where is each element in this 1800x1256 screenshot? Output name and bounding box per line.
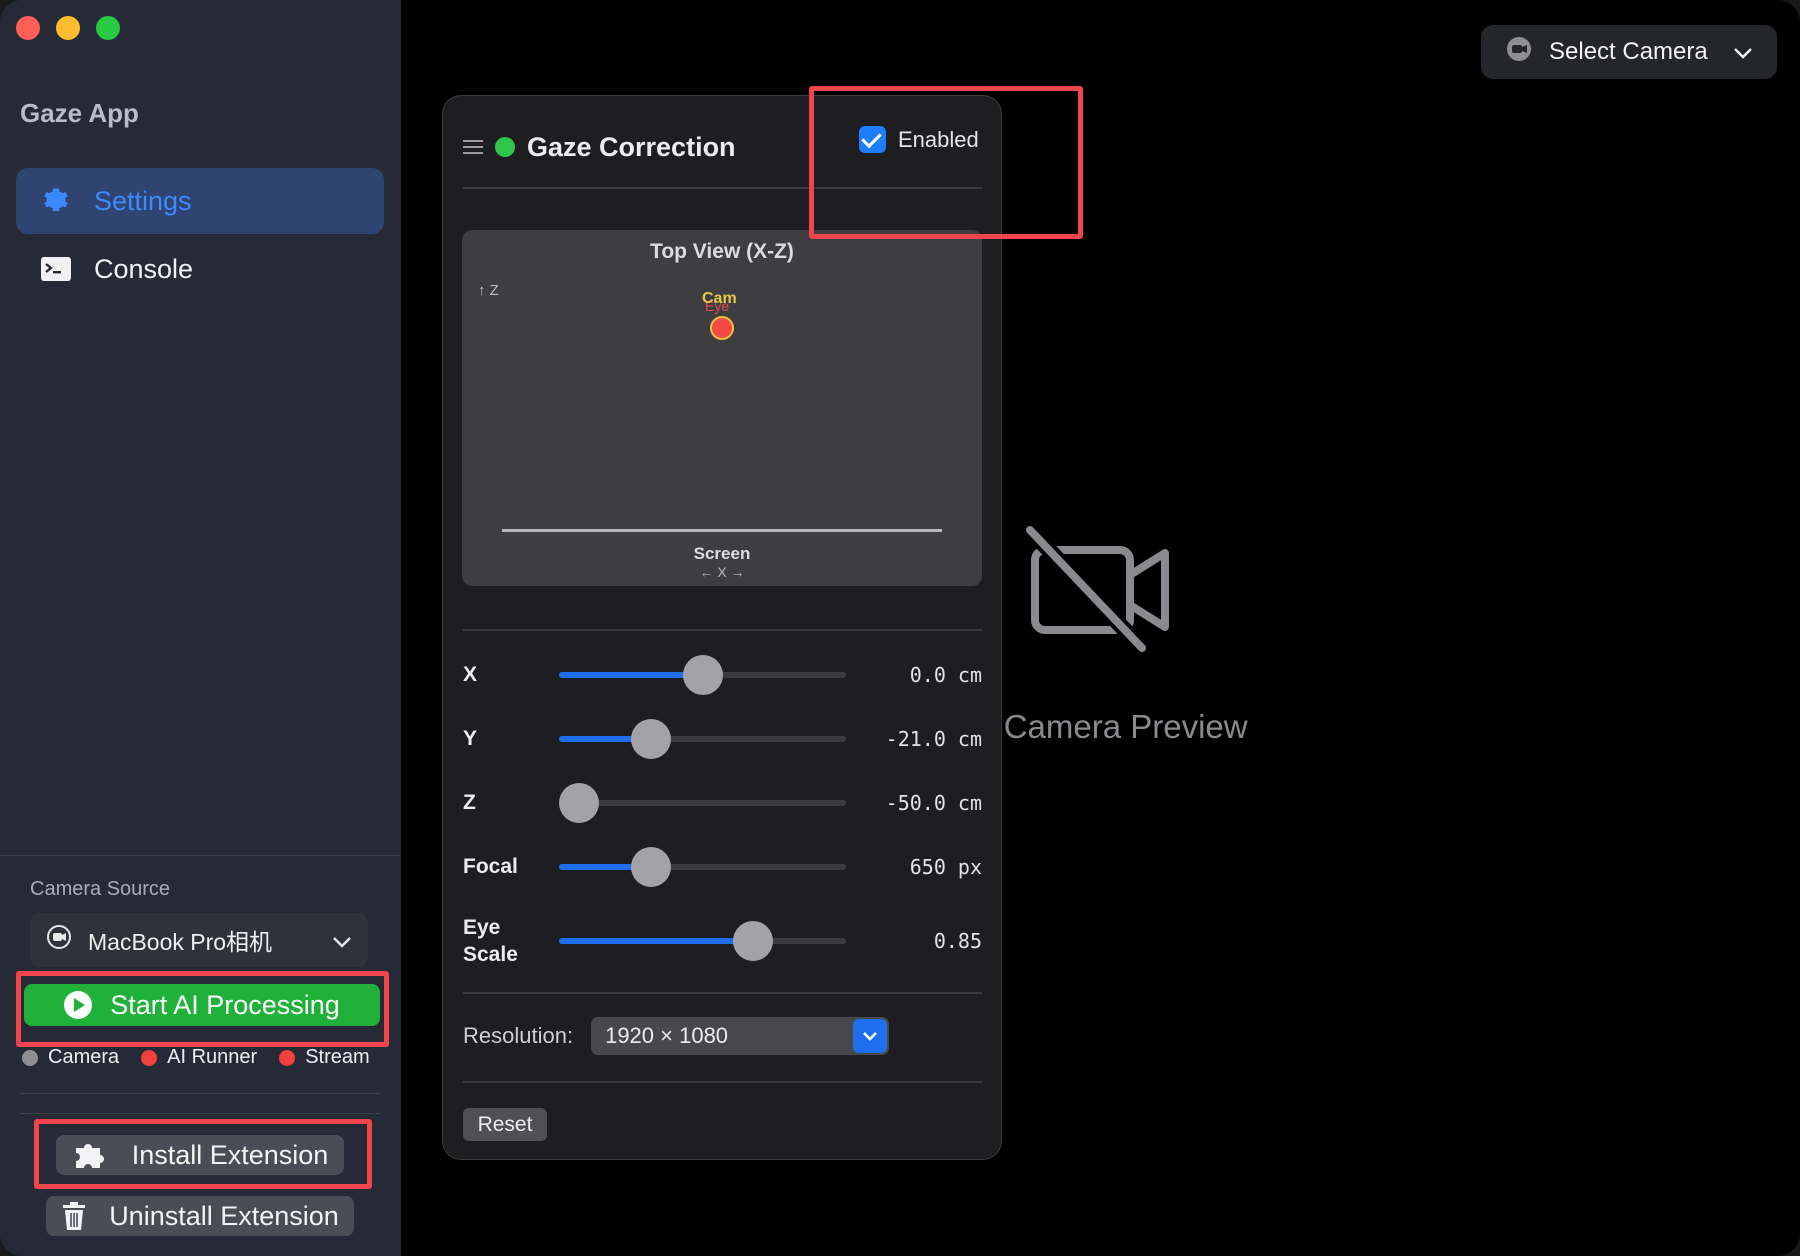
slider-value: 0.85 xyxy=(933,929,982,953)
slider-track[interactable] xyxy=(559,921,846,961)
z-axis-label: ↑ Z xyxy=(478,282,499,299)
slider-y: Y -21.0 cm xyxy=(463,709,982,769)
chevron-down-icon xyxy=(1733,38,1753,66)
cam-label: Cam xyxy=(702,290,737,307)
play-icon xyxy=(64,991,93,1019)
slider-fill xyxy=(559,938,753,944)
puzzle-icon xyxy=(72,1140,110,1170)
terminal-icon xyxy=(40,253,72,285)
start-ai-processing-button[interactable]: Start AI Processing xyxy=(24,984,380,1026)
status-dot xyxy=(22,1049,38,1066)
divider xyxy=(463,992,982,994)
close-window-button[interactable] xyxy=(16,16,40,40)
slider-label: Y xyxy=(463,727,478,751)
slider-eye-scale: Eye Scale 0.85 xyxy=(463,908,982,974)
install-extension-label: Install Extension xyxy=(131,1139,329,1170)
slider-value: 0.0 cm xyxy=(909,663,982,687)
camera-icon xyxy=(46,924,72,956)
slider-label: X xyxy=(463,663,478,687)
sidebar-divider xyxy=(20,1093,380,1094)
app-window: Gaze App Settings Console Camera Source … xyxy=(0,0,1800,1256)
uninstall-extension-label: Uninstall Extension xyxy=(109,1200,339,1231)
status-dot xyxy=(141,1049,158,1066)
zoom-window-button[interactable] xyxy=(96,16,120,40)
install-extension-button[interactable]: Install Extension xyxy=(56,1135,344,1175)
app-title: Gaze App xyxy=(20,98,139,128)
sidebar-item-label: Console xyxy=(94,253,194,284)
slider-x: X 0.0 cm xyxy=(463,645,982,705)
slider-track[interactable] xyxy=(559,655,846,695)
slider-thumb[interactable] xyxy=(732,921,773,961)
chevron-down-icon xyxy=(332,927,352,954)
gaze-correction-panel: Gaze Correction Enabled Top View (X-Z) ↑… xyxy=(443,96,1001,1159)
trash-icon xyxy=(61,1201,87,1231)
camera-icon xyxy=(1505,35,1533,70)
resolution-row: Resolution: 1920 × 1080 xyxy=(463,1017,890,1055)
slider-label: Z xyxy=(463,791,476,815)
minimize-window-button[interactable] xyxy=(56,16,80,40)
slider-value: -50.0 cm xyxy=(885,791,982,815)
slider-thumb[interactable] xyxy=(630,847,671,887)
status-label: Camera xyxy=(48,1046,120,1068)
camera-source-value: MacBook Pro相机 xyxy=(88,929,273,955)
window-controls xyxy=(16,16,120,40)
slider-label: Focal xyxy=(463,855,518,879)
screen-label: Screen xyxy=(693,544,751,563)
slider-value: 650 px xyxy=(909,855,982,879)
sidebar-item-console[interactable]: Console xyxy=(16,236,384,302)
status-indicators: Camera AI Runner Stream xyxy=(22,1046,392,1069)
divider xyxy=(463,629,982,631)
resolution-value: 1920 × 1080 xyxy=(605,1023,729,1048)
camera-source-select[interactable]: MacBook Pro相机 xyxy=(30,913,368,967)
camera-source-label: Camera Source xyxy=(30,878,171,900)
slider-focal: Focal 650 px xyxy=(463,837,982,897)
status-camera: Camera xyxy=(22,1046,119,1069)
top-view-diagram: Top View (X-Z) ↑ Z Eye Cam Screen ← X → xyxy=(462,230,982,586)
sidebar-item-label: Settings xyxy=(94,185,192,216)
slider-thumb[interactable] xyxy=(630,719,671,759)
uninstall-extension-button[interactable]: Uninstall Extension xyxy=(46,1196,354,1236)
sidebar: Gaze App Settings Console Camera Source … xyxy=(0,0,402,1256)
status-ai-runner: AI Runner xyxy=(141,1046,257,1069)
select-camera-label: Select Camera xyxy=(1549,38,1708,65)
chevron-down-icon xyxy=(853,1019,888,1053)
drag-handle-icon[interactable] xyxy=(463,140,483,154)
slider-z: Z -50.0 cm xyxy=(463,773,982,833)
status-dot xyxy=(279,1049,296,1066)
slider-label: Eye Scale xyxy=(463,915,518,966)
sidebar-item-settings[interactable]: Settings xyxy=(16,168,384,234)
status-dot xyxy=(495,137,515,157)
status-stream: Stream xyxy=(279,1046,370,1069)
eye-position-marker xyxy=(712,318,732,338)
slider-thumb[interactable] xyxy=(682,655,723,695)
sidebar-divider xyxy=(20,1113,380,1114)
resolution-label: Resolution: xyxy=(463,1023,574,1048)
reset-button[interactable]: Reset xyxy=(463,1108,547,1141)
status-label: Stream xyxy=(305,1046,370,1068)
divider xyxy=(463,1081,982,1083)
status-label: AI Runner xyxy=(167,1046,258,1068)
slider-track[interactable] xyxy=(559,719,846,759)
panel-title: Gaze Correction xyxy=(527,131,736,162)
gear-icon xyxy=(40,185,72,217)
slider-fill xyxy=(559,672,703,678)
top-view-title: Top View (X-Z) xyxy=(650,240,794,263)
sidebar-divider xyxy=(0,855,401,856)
highlight-box xyxy=(809,86,1083,239)
x-axis-label: ← X → xyxy=(699,564,745,580)
start-button-label: Start AI Processing xyxy=(110,989,340,1020)
video-slash-icon xyxy=(1024,524,1169,654)
select-camera-button[interactable]: Select Camera xyxy=(1481,25,1777,79)
slider-track[interactable] xyxy=(559,783,846,823)
resolution-select[interactable]: 1920 × 1080 xyxy=(591,1017,890,1055)
slider-value: -21.0 cm xyxy=(885,727,982,751)
screen-line xyxy=(502,529,942,532)
slider-track[interactable] xyxy=(559,847,846,887)
slider-thumb[interactable] xyxy=(559,783,600,823)
